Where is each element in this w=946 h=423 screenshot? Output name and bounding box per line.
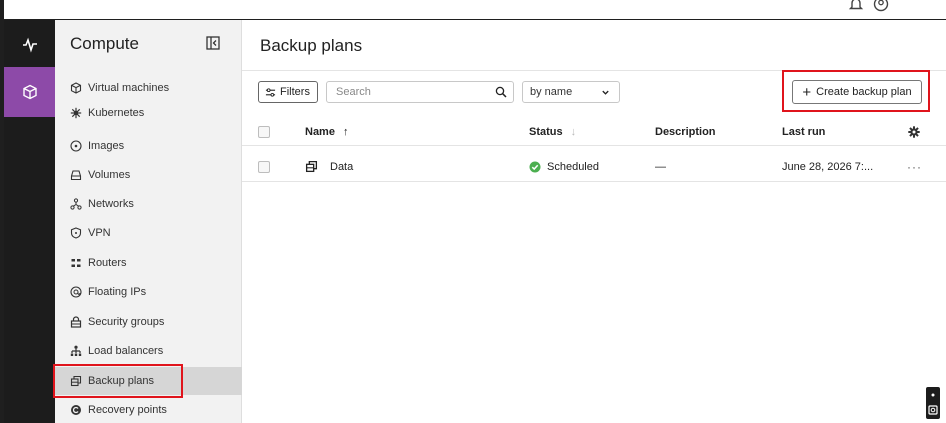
row-status: Scheduled — [547, 160, 599, 173]
row-description: — — [655, 160, 666, 173]
sidebar-item-networks[interactable]: Networks — [55, 190, 242, 218]
row-name[interactable]: Data — [330, 161, 353, 173]
row-status-cell: Scheduled — [529, 152, 599, 181]
user-icon[interactable] — [873, 0, 889, 12]
highlight-create-button — [782, 70, 930, 112]
sidebar-item-label: Load balancers — [88, 345, 164, 357]
check-circle-icon — [529, 161, 541, 172]
sidebar-item-label: VPN — [88, 227, 111, 239]
sidebar-item-load-balancers[interactable]: Load balancers — [55, 337, 242, 365]
row-checkbox[interactable] — [258, 160, 270, 173]
cube-icon — [22, 84, 37, 100]
icon-rail — [4, 20, 55, 423]
main-content: Backup plans Filters by name + Create ba… — [242, 20, 946, 423]
column-name[interactable]: Name ↑ — [305, 118, 348, 145]
sidebar-item-kubernetes[interactable]: Kubernetes — [55, 102, 242, 124]
column-description-label: Description — [655, 125, 716, 138]
sidebar: Compute Virtual machines Kubernetes Imag… — [55, 20, 242, 423]
router-icon — [71, 259, 81, 267]
sidebar-item-security-groups[interactable]: Security groups — [55, 308, 242, 336]
page-title: Backup plans — [260, 36, 363, 55]
table-header: Name ↑ Status ↓ Description Last run — [242, 118, 946, 146]
network-icon — [70, 198, 82, 210]
lock-icon — [70, 316, 82, 328]
column-last-run[interactable]: Last run — [782, 118, 825, 145]
sidebar-item-label: Networks — [88, 198, 134, 210]
sidebar-item-label: Floating IPs — [88, 286, 147, 298]
filters-button[interactable]: Filters — [258, 81, 318, 103]
row-name-cell[interactable]: Data — [305, 152, 353, 181]
highlight-backup-plans — [53, 364, 183, 398]
sidebar-item-volumes[interactable]: Volumes — [55, 161, 242, 189]
bell-icon[interactable] — [848, 0, 864, 12]
sidebar-item-routers[interactable]: Routers — [55, 249, 242, 277]
sidebar-item-label: Recovery points — [88, 404, 167, 416]
load-balancer-icon — [70, 345, 82, 356]
sidebar-title: Compute — [70, 34, 139, 53]
row-last-run-cell: June 28, 2026 7:... — [782, 152, 873, 181]
sidebar-item-label: Routers — [88, 257, 127, 269]
column-name-label: Name — [305, 125, 335, 138]
recovery-icon — [71, 405, 81, 415]
sidebar-item-floating-ips[interactable]: Floating IPs — [55, 278, 242, 306]
pulse-icon — [22, 37, 37, 53]
rail-item-monitoring[interactable] — [4, 20, 55, 70]
sidebar-item-label: Kubernetes — [88, 107, 145, 119]
camera-widget[interactable] — [926, 387, 940, 419]
column-status-label: Status — [529, 125, 563, 138]
cube-icon — [70, 82, 82, 94]
sort-arrow-icon: ↓ — [570, 125, 577, 138]
column-description[interactable]: Description — [655, 118, 716, 145]
row-actions[interactable]: ··· — [907, 152, 922, 181]
table-row[interactable]: Data Scheduled — June 28, 2026 7:... ··· — [242, 152, 946, 182]
sidebar-item-label: Security groups — [88, 316, 165, 328]
sidebar-item-virtual-machines[interactable]: Virtual machines — [55, 74, 242, 102]
disc-icon — [70, 140, 82, 152]
sidebar-item-label: Volumes — [88, 169, 131, 181]
filters-label: Filters — [280, 86, 310, 98]
search-input[interactable] — [327, 82, 487, 102]
search-box — [326, 81, 514, 103]
table-settings[interactable] — [908, 118, 920, 145]
sort-select-value: by name — [530, 86, 573, 98]
shield-icon — [70, 227, 82, 239]
sort-ascending-icon: ↑ — [342, 125, 349, 138]
sidebar-item-label: Virtual machines — [88, 82, 170, 94]
globe-icon — [70, 286, 82, 298]
sort-select[interactable]: by name — [522, 81, 620, 103]
chevron-down-icon — [602, 90, 609, 95]
sliders-icon — [265, 87, 276, 97]
row-select-cell — [258, 152, 270, 181]
column-status[interactable]: Status ↓ — [529, 118, 576, 145]
sidebar-collapse-icon[interactable] — [206, 36, 220, 50]
sidebar-item-images[interactable]: Images — [55, 132, 242, 160]
top-bar — [4, 0, 946, 20]
search-icon[interactable] — [495, 86, 507, 98]
sidebar-item-recovery-points[interactable]: Recovery points — [55, 396, 242, 423]
column-last-run-label: Last run — [782, 125, 826, 138]
select-all-checkbox[interactable] — [258, 125, 270, 138]
kubernetes-icon — [70, 107, 82, 119]
drive-icon — [70, 170, 82, 181]
gear-icon — [908, 125, 920, 138]
sidebar-item-label: Images — [88, 140, 125, 152]
row-description-cell: — — [655, 152, 666, 181]
more-horizontal-icon: ··· — [907, 159, 922, 174]
camera-icon — [928, 393, 938, 415]
backup-icon — [305, 160, 318, 173]
select-all-cell — [258, 118, 270, 145]
rail-item-compute[interactable] — [4, 67, 55, 117]
sidebar-item-vpn[interactable]: VPN — [55, 219, 242, 247]
row-last-run: June 28, 2026 7:... — [782, 160, 874, 173]
